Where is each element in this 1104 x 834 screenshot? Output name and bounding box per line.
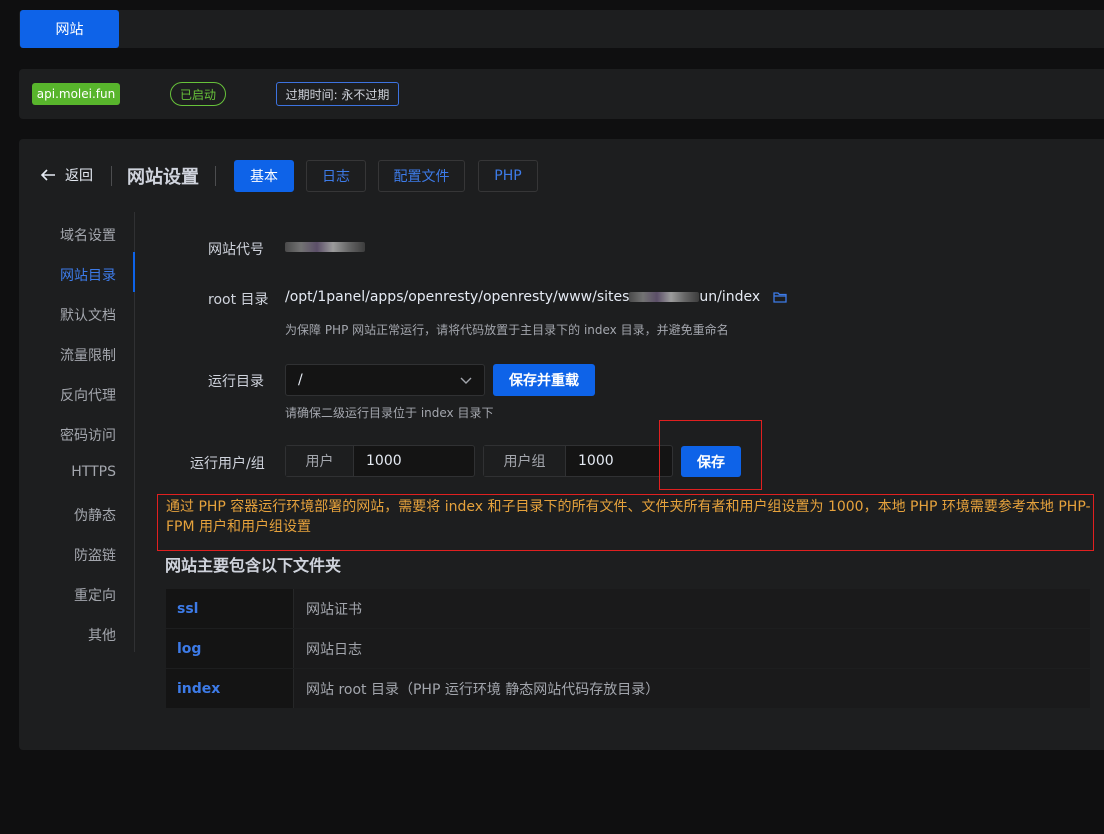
expire-tag: 过期时间: 永不过期 [276, 82, 399, 106]
tab-log[interactable]: 日志 [306, 160, 366, 192]
save-and-reload-button[interactable]: 保存并重载 [493, 364, 595, 396]
status-badge: 已启动 [170, 82, 226, 106]
group-input-group[interactable]: 用户组 1000 [483, 445, 673, 477]
root-dir-hint: 为保障 PHP 网站正常运行，请将代码放置于主目录下的 index 目录，并避免… [285, 323, 729, 337]
menu-item-password-access[interactable]: 密码访问 [60, 425, 116, 445]
table-row: index 网站 root 目录（PHP 运行环境 静态网站代码存放目录） [166, 669, 1090, 709]
table-row: log 网站日志 [166, 629, 1090, 669]
root-dir-value: /opt/1panel/apps/openresty/openresty/www… [285, 289, 787, 305]
root-dir-suffix: un/index [699, 289, 761, 305]
run-user-label: 运行用户/组 [190, 456, 265, 472]
divider [111, 166, 112, 186]
warning-text: 通过 PHP 容器运行环境部署的网站，需要将 index 和子目录下的所有文件、… [166, 499, 1091, 535]
menu-item-anti-leech[interactable]: 防盗链 [74, 545, 116, 565]
page-title: 网站设置 [127, 167, 199, 188]
folder-icon[interactable] [772, 291, 787, 303]
user-input[interactable]: 1000 [354, 446, 474, 476]
user-prefix: 用户 [286, 446, 354, 476]
menu-item-rewrite[interactable]: 伪静态 [74, 505, 116, 525]
redacted-text [629, 292, 700, 302]
root-dir-label: root 目录 [208, 292, 269, 308]
run-dir-label: 运行目录 [208, 374, 264, 390]
website-settings-panel: 返回 网站设置 基本 日志 配置文件 PHP 域名设置 网站目录 默认文档 流量… [19, 139, 1104, 750]
run-dir-hint: 请确保二级运行目录位于 index 目录下 [285, 406, 494, 420]
run-dir-value: / [298, 372, 303, 388]
tab-basic[interactable]: 基本 [234, 160, 294, 192]
divider [215, 166, 216, 186]
site-code-value [285, 239, 365, 255]
folder-desc: 网站证书 [293, 589, 1090, 628]
folder-name: log [166, 629, 293, 668]
user-input-group[interactable]: 用户 1000 [285, 445, 475, 477]
settings-side-menu: 域名设置 网站目录 默认文档 流量限制 反向代理 密码访问 HTTPS 伪静态 … [19, 212, 135, 652]
folder-name: ssl [166, 589, 293, 628]
tab-php[interactable]: PHP [478, 160, 538, 192]
table-row: ssl 网站证书 [166, 589, 1090, 629]
menu-item-redirect[interactable]: 重定向 [74, 585, 116, 605]
active-indicator [133, 252, 135, 292]
tab-website[interactable]: 网站 [20, 10, 119, 48]
menu-item-other[interactable]: 其他 [88, 625, 116, 645]
menu-item-site-directory[interactable]: 网站目录 [60, 265, 116, 285]
back-button[interactable]: 返回 [39, 165, 93, 185]
tab-config-file[interactable]: 配置文件 [378, 160, 465, 192]
annotation-box-save [659, 420, 762, 490]
root-dir-prefix: /opt/1panel/apps/openresty/openresty/www… [285, 289, 630, 305]
redacted-text [285, 242, 365, 252]
run-dir-select[interactable]: / [285, 364, 485, 396]
group-prefix: 用户组 [484, 446, 566, 476]
folder-table: ssl 网站证书 log 网站日志 index 网站 root 目录（PHP 运… [166, 589, 1090, 709]
folder-desc: 网站 root 目录（PHP 运行环境 静态网站代码存放目录） [293, 669, 1090, 708]
site-status-bar: api.molei.fun 已启动 过期时间: 永不过期 [19, 69, 1104, 119]
folders-title: 网站主要包含以下文件夹 [165, 556, 342, 575]
menu-item-reverse-proxy[interactable]: 反向代理 [60, 385, 116, 405]
menu-item-https[interactable]: HTTPS [71, 464, 116, 480]
menu-item-traffic-limit[interactable]: 流量限制 [60, 345, 116, 365]
folder-name: index [166, 669, 293, 708]
arrow-left-icon [40, 169, 55, 181]
folder-desc: 网站日志 [293, 629, 1090, 668]
menu-item-domain[interactable]: 域名设置 [60, 225, 116, 245]
back-label: 返回 [65, 168, 93, 184]
chevron-down-icon [460, 377, 472, 384]
group-input[interactable]: 1000 [566, 446, 672, 476]
site-name-tag[interactable]: api.molei.fun [32, 83, 120, 105]
menu-item-default-doc[interactable]: 默认文档 [60, 305, 116, 325]
site-code-label: 网站代号 [208, 242, 264, 258]
top-tab-bar: 网站 [19, 10, 1104, 48]
